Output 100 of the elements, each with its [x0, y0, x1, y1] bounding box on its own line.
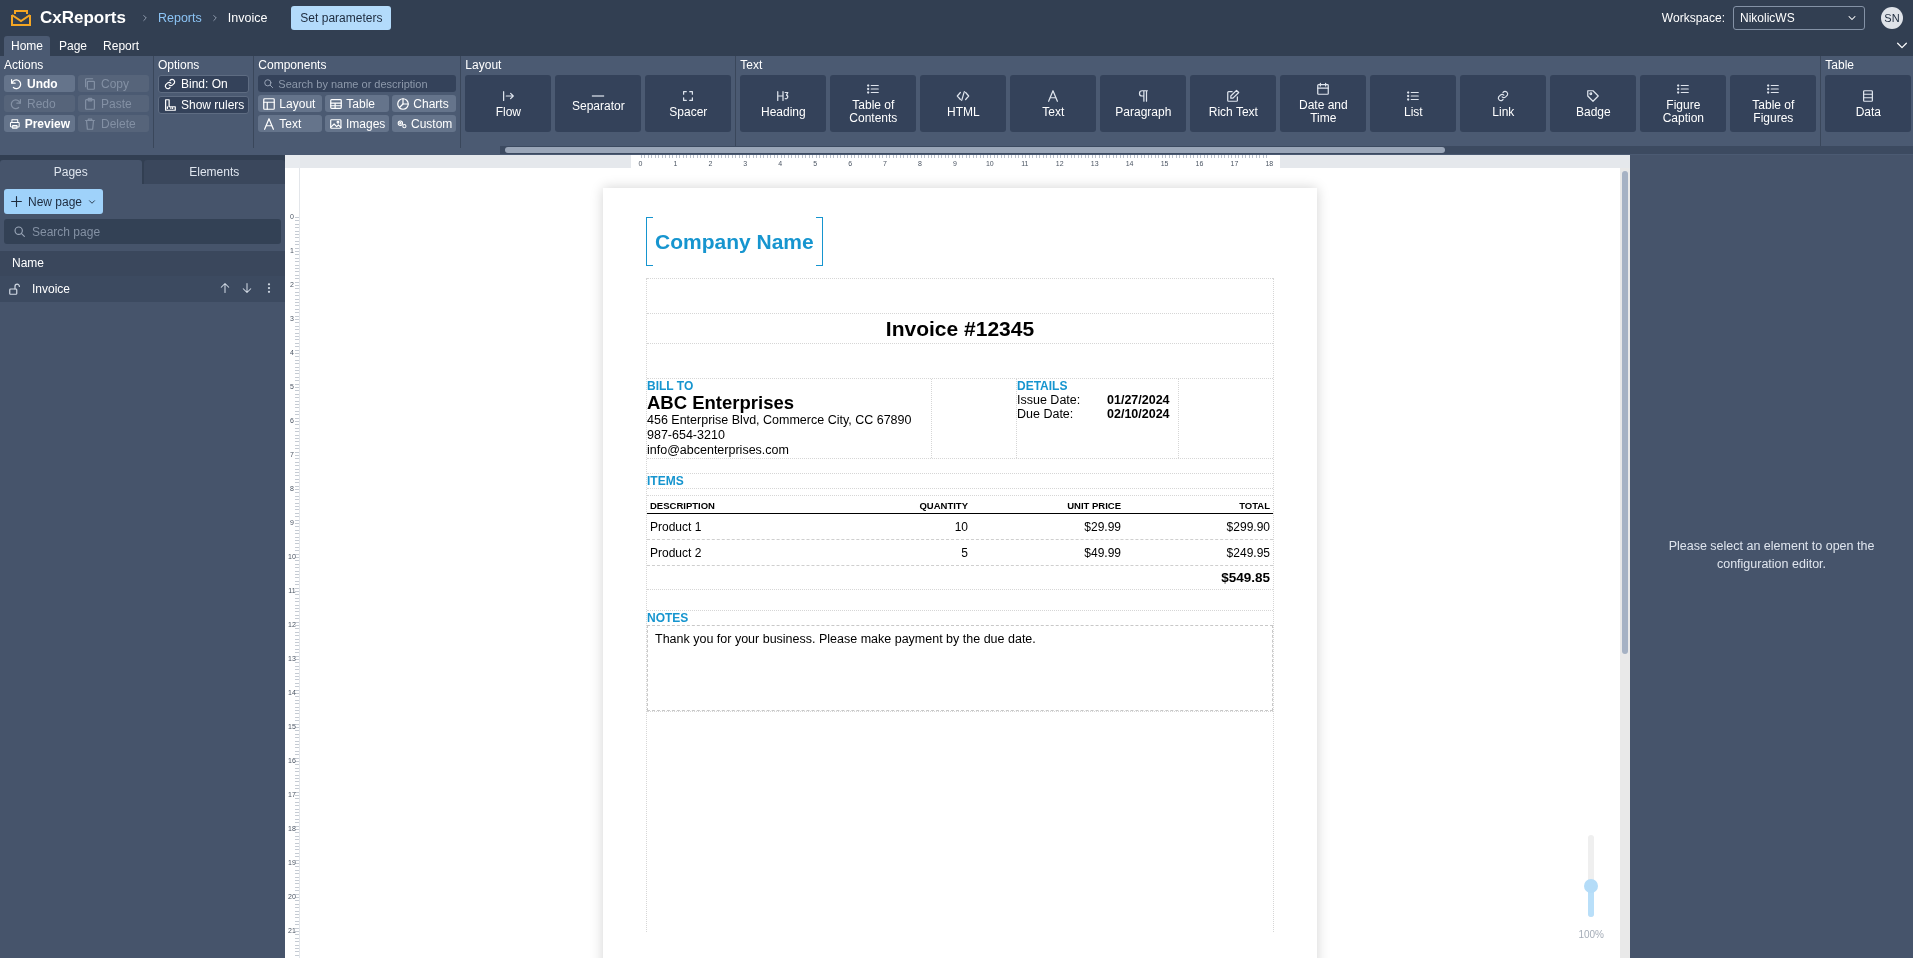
component-button[interactable]: Table of Figures — [1730, 75, 1817, 132]
invoice-title: Invoice #12345 — [647, 313, 1273, 343]
group-title: Layout — [465, 58, 503, 72]
component-search-field[interactable]: Search by name or description — [258, 75, 457, 92]
search-icon — [263, 78, 275, 89]
component-button[interactable]: Flow — [465, 75, 552, 132]
user-avatar[interactable]: SN — [1881, 7, 1903, 29]
ribbon-tab[interactable]: Report — [96, 36, 147, 56]
table-cell-text: $49.99 — [1083, 546, 1121, 560]
pie-chart-icon — [396, 96, 411, 111]
edit-icon — [1226, 88, 1241, 103]
tag-icon — [1586, 88, 1601, 103]
group-title: Table — [1825, 58, 1856, 72]
link-icon — [1496, 88, 1511, 103]
set-parameters-button[interactable]: Set parameters — [291, 6, 392, 30]
action-button[interactable]: Undo — [4, 75, 75, 92]
invoice-total: $549.85 — [1221, 570, 1270, 585]
ribbon-tab[interactable]: Home — [4, 36, 50, 56]
component-button[interactable]: HTML — [920, 75, 1007, 132]
section-heading: BILL TO — [647, 379, 695, 393]
plus-icon — [10, 195, 23, 208]
redo-icon — [9, 96, 23, 111]
table-cell-text: $29.99 — [1083, 520, 1121, 534]
component-button[interactable]: Figure Caption — [1640, 75, 1727, 132]
customer-detail: info@abcenterprises.com — [647, 443, 790, 458]
component-category-button[interactable]: Images — [325, 115, 390, 132]
new-page-button[interactable]: New page — [4, 189, 104, 214]
group-title: Components — [258, 58, 328, 72]
slider-thumb[interactable] — [1584, 878, 1599, 893]
component-button[interactable]: Paragraph — [1100, 75, 1187, 132]
detail-label: Issue Date: — [1017, 393, 1082, 407]
component-button[interactable]: Link — [1460, 75, 1547, 132]
column-header: TOTAL — [1238, 500, 1270, 511]
table-cell-text: $299.90 — [1225, 520, 1270, 534]
panel-tab[interactable]: Elements — [143, 160, 285, 184]
group-title: Actions — [4, 58, 45, 72]
component-button[interactable]: List — [1370, 75, 1457, 132]
zoom-slider[interactable] — [1584, 835, 1599, 917]
column-header: Name — [0, 251, 285, 276]
workspace-dropdown[interactable]: NikolicWS — [1733, 6, 1865, 30]
unlock-icon — [8, 282, 22, 296]
paragraph-icon — [1136, 88, 1151, 103]
component-category-button[interactable]: Text — [258, 115, 323, 132]
table-cell-text: Product 2 — [650, 546, 703, 560]
table-cell-text: 5 — [960, 546, 968, 560]
zoom-label: 100% — [1578, 929, 1604, 940]
list-icon — [1676, 82, 1691, 96]
text-icon — [262, 116, 277, 131]
flow-icon — [501, 88, 516, 103]
component-category-button[interactable]: Custom — [392, 115, 457, 132]
detail-value: 02/10/2024 — [1107, 407, 1171, 421]
option-button[interactable]: Bind: On — [158, 75, 250, 93]
component-button[interactable]: Date and Time — [1280, 75, 1367, 132]
copy-icon — [83, 76, 97, 91]
arrow-up-icon — [219, 281, 231, 294]
breadcrumb-current: Invoice — [227, 11, 268, 25]
list-icon — [1406, 88, 1421, 103]
action-button[interactable]: Preview — [4, 115, 75, 132]
ribbon-scrollbar[interactable] — [505, 147, 1445, 153]
detail-value: 01/27/2024 — [1107, 393, 1171, 407]
layout-icon — [262, 96, 277, 111]
table-cell-text: 10 — [953, 520, 968, 534]
page-search-field[interactable]: Search page — [4, 219, 281, 244]
component-category-button[interactable]: Layout — [258, 95, 323, 112]
page-row[interactable]: Invoice — [0, 276, 285, 302]
section-heading: NOTES — [647, 610, 1273, 625]
heading-icon — [776, 88, 791, 103]
component-button[interactable]: Heading — [740, 75, 827, 132]
company-name: Company Name — [646, 217, 823, 266]
link-icon — [163, 77, 177, 91]
breadcrumb-link[interactable]: Reports — [157, 11, 202, 25]
option-button[interactable]: Show rulers — [158, 96, 250, 114]
component-button[interactable]: Rich Text — [1190, 75, 1277, 132]
spacer-icon — [681, 88, 696, 103]
group-title: Options — [158, 58, 201, 72]
column-header: UNIT PRICE — [1066, 500, 1121, 511]
undo-icon — [9, 76, 23, 91]
component-category-button[interactable]: Table — [325, 95, 390, 112]
component-button[interactable]: Spacer — [645, 75, 732, 132]
arrow-down-icon — [241, 281, 253, 294]
component-button[interactable]: Text — [1010, 75, 1097, 132]
printer-icon — [9, 116, 21, 131]
component-category-button[interactable]: Charts — [392, 95, 457, 112]
component-button[interactable]: Separator — [555, 75, 642, 132]
notes-text: Thank you for your business. Please make payment by the due date. — [655, 632, 1036, 646]
scrollbar[interactable] — [1622, 171, 1628, 654]
list-icon — [866, 82, 881, 96]
search-icon — [13, 225, 26, 238]
detail-label: Due Date: — [1017, 407, 1075, 421]
workspace-label: Workspace: — [1661, 11, 1725, 25]
component-button[interactable]: Badge — [1550, 75, 1637, 132]
table-icon — [329, 96, 344, 111]
column-header: DESCRIPTION — [650, 500, 716, 511]
panel-tab[interactable]: Pages — [0, 160, 142, 184]
logo-icon — [10, 9, 32, 27]
component-button[interactable]: Data — [1825, 75, 1912, 132]
ribbon-tab[interactable]: Page — [52, 36, 95, 56]
customer-name: ABC Enterprises — [647, 393, 795, 413]
image-icon — [329, 116, 343, 131]
component-button[interactable]: Table of Contents — [830, 75, 917, 132]
